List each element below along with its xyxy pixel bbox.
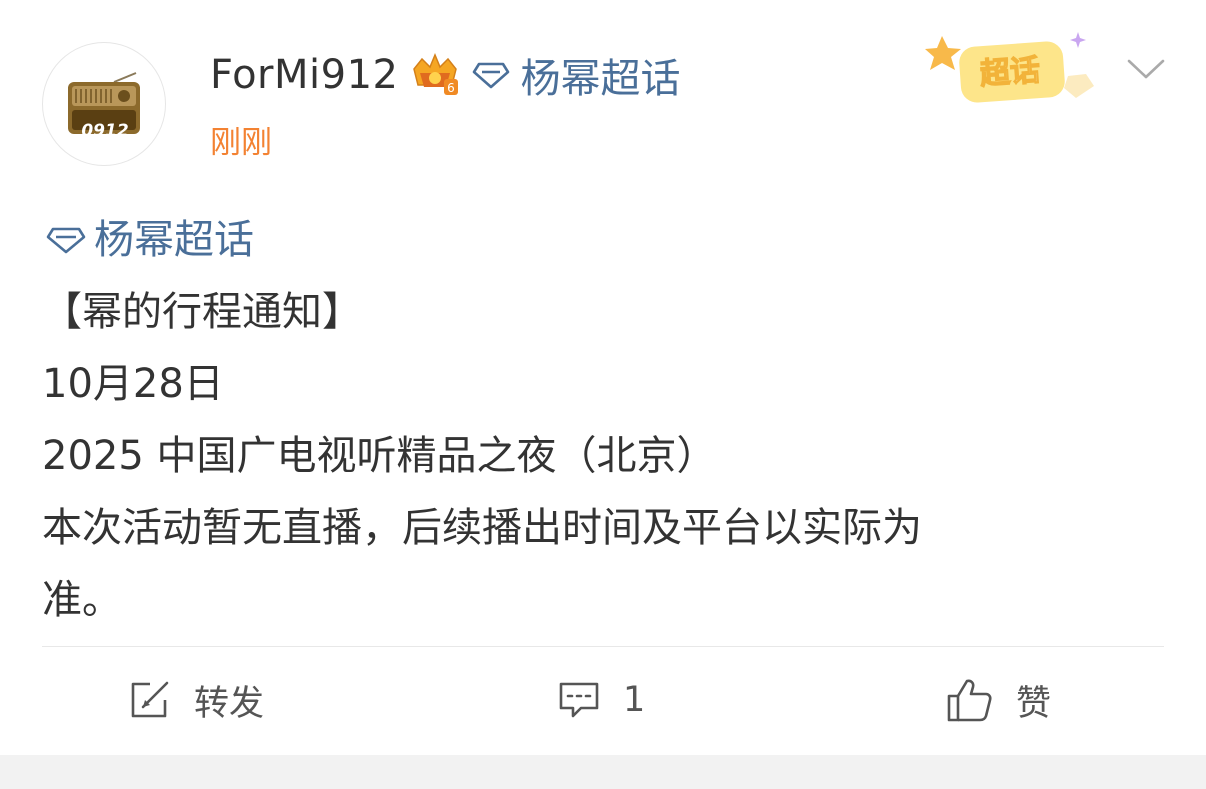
header-topic-link[interactable]: 杨幂超话 [472, 46, 680, 104]
comment-count: 1 [623, 680, 646, 720]
repost-icon [131, 681, 169, 718]
action-bar: 转发 1 赞 [0, 647, 1206, 755]
like-label: 赞 [1016, 683, 1052, 724]
comment-icon [559, 682, 599, 718]
comment-button[interactable]: 1 [557, 675, 645, 725]
header-topic-label: 杨幂超话 [520, 56, 681, 102]
feed-separator [0, 755, 1206, 789]
diamond-icon [473, 62, 510, 89]
body-line: 2025 中国广电视听精品之夜（北京） [42, 433, 717, 479]
weibo-post-card: 0912 ForMi912 6 杨幂超话 刚刚 超话 杨幂超话 【幂的行程通知】… [0, 0, 1206, 755]
body-topic-label: 杨幂超话 [94, 217, 254, 263]
diamond-icon [46, 227, 86, 254]
post-body: 杨幂超话 【幂的行程通知】 10月28日 2025 中国广电视听精品之夜（北京）… [42, 204, 1142, 636]
chaohua-badge[interactable]: 超话 [918, 24, 1108, 114]
body-line: 本次活动暂无直播，后续播出时间及平台以实际为 [42, 505, 922, 551]
avatar[interactable]: 0912 [42, 42, 166, 166]
body-line: 10月28日 [42, 361, 224, 407]
chevron-down-icon[interactable] [1126, 56, 1166, 82]
chaohua-label: 超话 [979, 53, 1041, 92]
author-name[interactable]: ForMi912 [210, 52, 398, 98]
badge-level: 6 [448, 81, 456, 95]
body-topic-link[interactable]: 杨幂超话 [42, 204, 1142, 276]
author-row: ForMi912 6 杨幂超话 [210, 46, 680, 104]
thumbs-up-icon [947, 679, 992, 722]
body-line: 准。 [42, 577, 122, 623]
avatar-text: 0912 [81, 121, 129, 141]
like-button[interactable]: 赞 [946, 675, 1051, 725]
repost-button[interactable]: 转发 [128, 675, 264, 725]
body-line: 【幂的行程通知】 [42, 289, 362, 335]
crown-level-badge-icon[interactable]: 6 [408, 51, 462, 99]
repost-label: 转发 [194, 683, 265, 724]
post-time: 刚刚 [210, 125, 272, 161]
